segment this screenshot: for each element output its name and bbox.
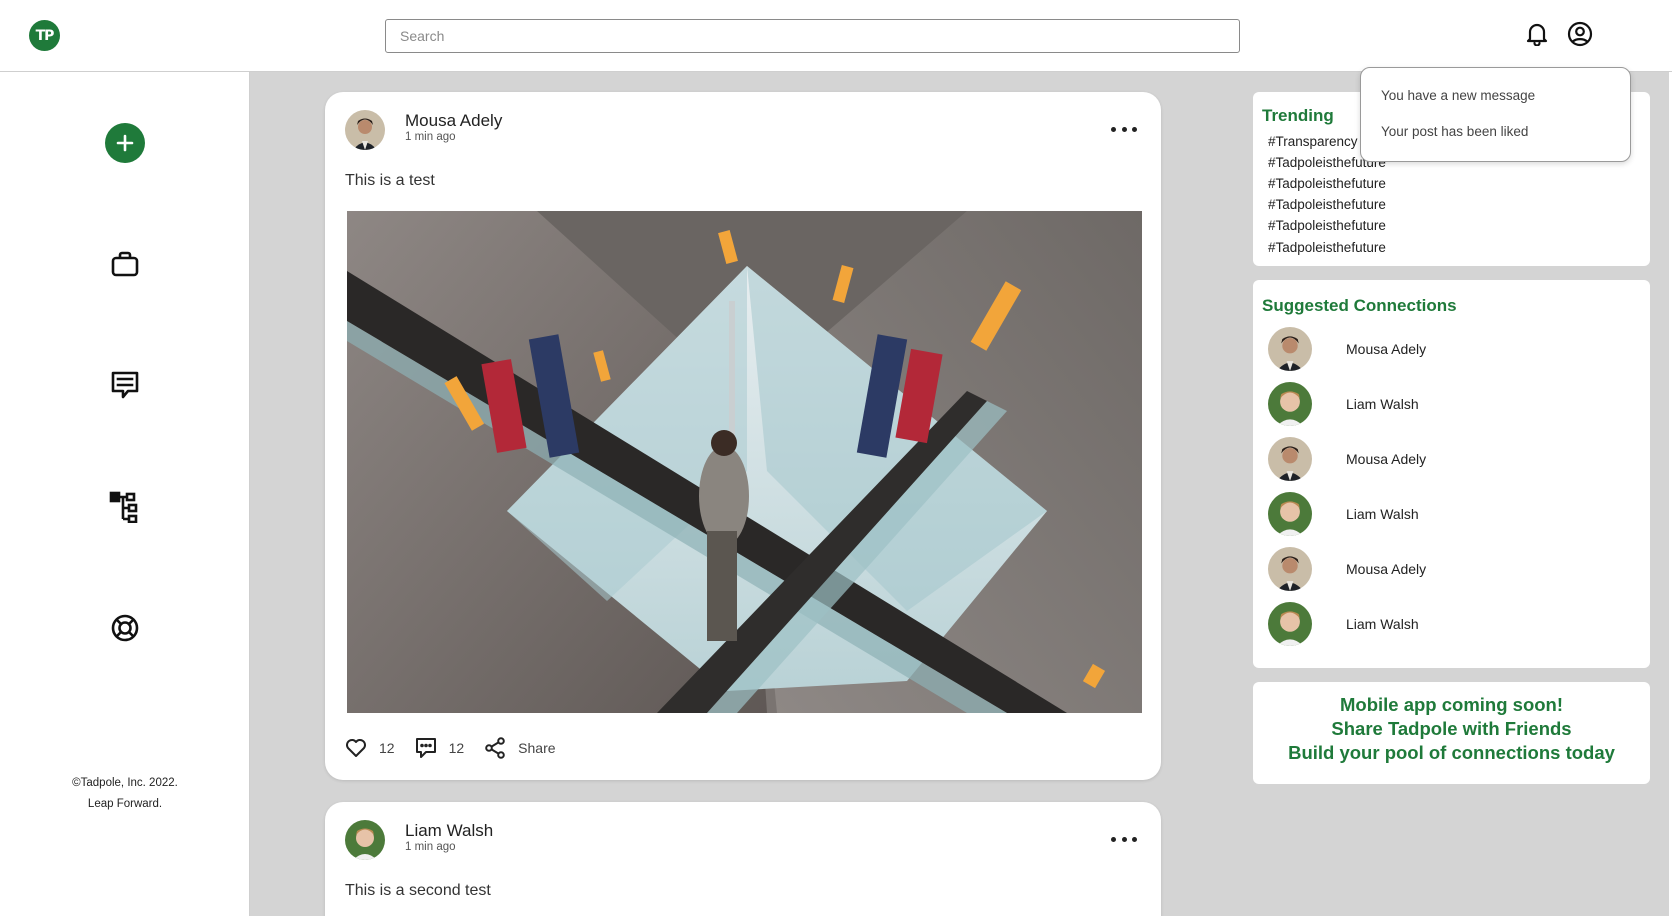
suggested-connection[interactable]: Liam Walsh: [1268, 491, 1638, 537]
plus-icon: [105, 123, 145, 163]
create-post-button[interactable]: [104, 122, 146, 164]
tadpole-logo[interactable]: TP: [29, 20, 60, 51]
suggested-connection[interactable]: Liam Walsh: [1268, 381, 1638, 427]
post-text: This is a test: [345, 172, 435, 189]
trending-tag[interactable]: #Transparency: [1268, 134, 1358, 149]
connection-name: Liam Walsh: [1346, 616, 1419, 632]
comment-icon: [415, 738, 436, 758]
search-input[interactable]: [385, 19, 1240, 53]
post-card: Liam Walsh 1 min ago This is a second te…: [325, 802, 1161, 916]
post-author-name[interactable]: Mousa Adely: [405, 111, 502, 131]
lifebuoy-icon: [111, 614, 139, 642]
account-circle-icon[interactable]: [1566, 20, 1594, 48]
connection-name: Liam Walsh: [1346, 396, 1419, 412]
connection-name: Mousa Adely: [1346, 341, 1427, 357]
share-icon: [485, 737, 505, 759]
connection-avatar: [1268, 327, 1312, 371]
left-sidebar: ©Tadpole, Inc. 2022. Leap Forward.: [0, 72, 250, 916]
notification-item[interactable]: Your post has been liked: [1381, 124, 1528, 139]
more-options-icon[interactable]: [1111, 122, 1137, 136]
heart-icon: [346, 739, 366, 757]
connection-avatar: [1268, 602, 1312, 646]
author-avatar[interactable]: [345, 820, 385, 860]
trending-tag[interactable]: #Tadpoleisthefuture: [1268, 197, 1386, 212]
notifications-dropdown: You have a new message Your post has bee…: [1360, 67, 1631, 162]
connection-name: Mousa Adely: [1346, 561, 1427, 577]
footer-tagline: Leap Forward.: [87, 798, 163, 810]
network-nav-item[interactable]: [104, 486, 146, 528]
share-button[interactable]: Share: [484, 737, 556, 759]
promo-line: Mobile app coming soon!: [1339, 694, 1564, 715]
post-timestamp: 1 min ago: [405, 841, 456, 853]
post-actions: 12 12 Share: [345, 735, 576, 761]
post-author-name[interactable]: Liam Walsh: [405, 821, 493, 841]
suggested-connections-title: Suggested Connections: [1262, 296, 1457, 315]
post-text: This is a second test: [345, 882, 491, 899]
connection-avatar: [1268, 492, 1312, 536]
suggested-connection[interactable]: Mousa Adely: [1268, 546, 1638, 592]
trending-title: Trending: [1262, 106, 1334, 125]
jobs-nav-item[interactable]: [104, 243, 146, 285]
post-timestamp: 1 min ago: [405, 131, 456, 143]
post-image[interactable]: [347, 211, 1142, 713]
suggested-connection[interactable]: Liam Walsh: [1268, 601, 1638, 647]
help-nav-item[interactable]: [104, 607, 146, 649]
footer-copyright: ©Tadpole, Inc. 2022.: [72, 777, 178, 789]
chat-icon: [111, 371, 139, 399]
connection-avatar: [1268, 547, 1312, 591]
post-card: Mousa Adely 1 min ago This is a test 12 …: [325, 92, 1161, 780]
like-count: 12: [379, 740, 395, 756]
trending-tag[interactable]: #Tadpoleisthefuture: [1268, 240, 1386, 255]
promo-panel: Mobile app coming soon! Share Tadpole wi…: [1253, 682, 1650, 784]
suggested-connections-panel: Suggested Connections Mousa Adely Liam W…: [1253, 280, 1650, 668]
suggested-connection[interactable]: Mousa Adely: [1268, 326, 1638, 372]
hierarchy-icon: [109, 491, 138, 523]
connection-name: Mousa Adely: [1346, 451, 1427, 467]
messages-nav-item[interactable]: [104, 364, 146, 406]
notification-item[interactable]: You have a new message: [1381, 88, 1535, 103]
briefcase-icon: [111, 251, 139, 277]
trending-tag[interactable]: #Tadpoleisthefuture: [1268, 218, 1386, 233]
comment-count: 12: [448, 740, 465, 756]
bell-icon[interactable]: [1523, 20, 1551, 48]
promo-line: Share Tadpole with Friends: [1331, 718, 1572, 739]
suggested-connection[interactable]: Mousa Adely: [1268, 436, 1638, 482]
author-avatar[interactable]: [345, 110, 385, 150]
more-options-icon[interactable]: [1111, 832, 1137, 846]
top-bar: TP: [0, 0, 1672, 72]
comment-button[interactable]: 12: [415, 737, 465, 759]
connection-avatar: [1268, 437, 1312, 481]
trending-tag[interactable]: #Tadpoleisthefuture: [1268, 176, 1386, 191]
like-button[interactable]: 12: [345, 738, 395, 758]
promo-line: Build your pool of connections today: [1288, 742, 1615, 763]
connection-avatar: [1268, 382, 1312, 426]
share-label: Share: [518, 740, 556, 756]
connection-name: Liam Walsh: [1346, 506, 1419, 522]
